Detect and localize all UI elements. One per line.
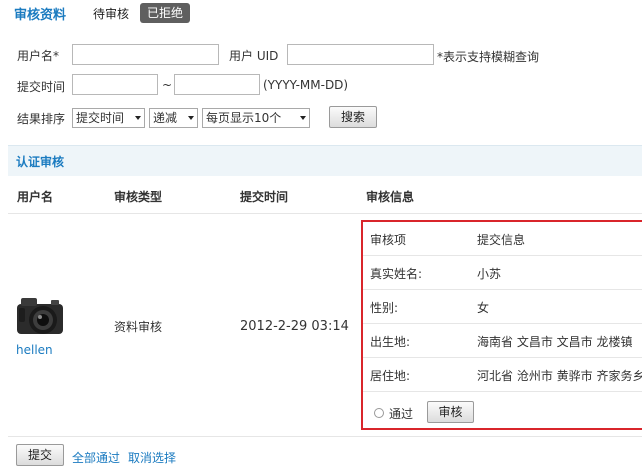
review-header-row: 审核项 提交信息 [363, 222, 642, 256]
uid-input[interactable] [287, 44, 434, 65]
review-item-value: 河北省 沧州市 黄骅市 齐家务乡 [477, 369, 642, 383]
submit-time: 2012-2-29 03:14 [240, 319, 349, 334]
sort-order-value: 递减 [153, 111, 178, 125]
pass-radio-label: 通过 [389, 407, 414, 421]
review-item-row: 居住地: 河北省 沧州市 黄骅市 齐家务乡 [363, 358, 642, 392]
review-item-key: 真实姓名: [370, 267, 423, 281]
col-header-username: 用户名 [17, 190, 54, 204]
section-title: 认证审核 [16, 155, 65, 169]
chevron-down-icon [188, 116, 194, 120]
section-header: 认证审核 [8, 145, 642, 176]
camera-avatar-icon [17, 298, 63, 334]
divider [8, 436, 642, 437]
date-separator: ~ [162, 78, 173, 92]
sort-field-select[interactable]: 提交时间 [72, 108, 145, 128]
chevron-down-icon [300, 116, 306, 120]
audit-button[interactable]: 审核 [427, 401, 474, 423]
tab-review-profile[interactable]: 审核资料 [14, 4, 66, 23]
username-input[interactable] [72, 44, 219, 65]
pass-all-link[interactable]: 全部通过 [72, 449, 120, 466]
tab-rejected[interactable]: 已拒绝 [140, 3, 191, 23]
tab-pending[interactable]: 待审核 [93, 5, 129, 22]
date-format-hint: (YYYY-MM-DD) [263, 78, 349, 92]
review-header-value: 提交信息 [477, 233, 526, 247]
fuzzy-query-note: *表示支持模糊查询 [437, 50, 540, 64]
date-start-input[interactable] [72, 74, 158, 95]
col-header-review-info: 审核信息 [366, 190, 415, 204]
sort-label: 结果排序 [17, 112, 66, 126]
review-item-value: 小苏 [477, 267, 502, 281]
date-label: 提交时间 [17, 80, 66, 94]
per-page-select[interactable]: 每页显示10个 [202, 108, 310, 128]
review-type: 资料审核 [114, 320, 163, 334]
cancel-selection-link[interactable]: 取消选择 [128, 449, 176, 466]
tab-bar: 审核资料 待审核 已拒绝 [0, 0, 642, 30]
review-info-panel: 审核项 提交信息 真实姓名: 小苏 性别: 女 出生地: 海南省 文昌市 文昌市… [361, 220, 642, 430]
review-item-key: 性别: [370, 301, 399, 315]
review-header-key: 审核项 [370, 233, 407, 247]
review-item-value: 海南省 文昌市 文昌市 龙楼镇 [477, 335, 633, 349]
sort-order-select[interactable]: 递减 [149, 108, 198, 128]
per-page-value: 每页显示10个 [206, 111, 282, 125]
sort-field-value: 提交时间 [76, 111, 125, 125]
review-item-row: 性别: 女 [363, 290, 642, 324]
review-item-row: 出生地: 海南省 文昌市 文昌市 龙楼镇 [363, 324, 642, 358]
divider [8, 213, 642, 214]
review-item-key: 出生地: [370, 335, 411, 349]
review-item-row: 真实姓名: 小苏 [363, 256, 642, 290]
username-link[interactable]: hellen [16, 343, 53, 357]
col-header-submitted: 提交时间 [240, 190, 289, 204]
review-item-key: 居住地: [370, 369, 411, 383]
review-item-value: 女 [477, 301, 490, 315]
submit-button[interactable]: 提交 [16, 444, 64, 466]
col-header-type: 审核类型 [114, 190, 163, 204]
search-button[interactable]: 搜索 [329, 106, 377, 128]
chevron-down-icon [135, 116, 141, 120]
date-end-input[interactable] [174, 74, 260, 95]
pass-radio[interactable] [374, 408, 384, 418]
username-label: 用户名* [17, 49, 60, 63]
uid-label: 用户 UID [229, 49, 279, 63]
